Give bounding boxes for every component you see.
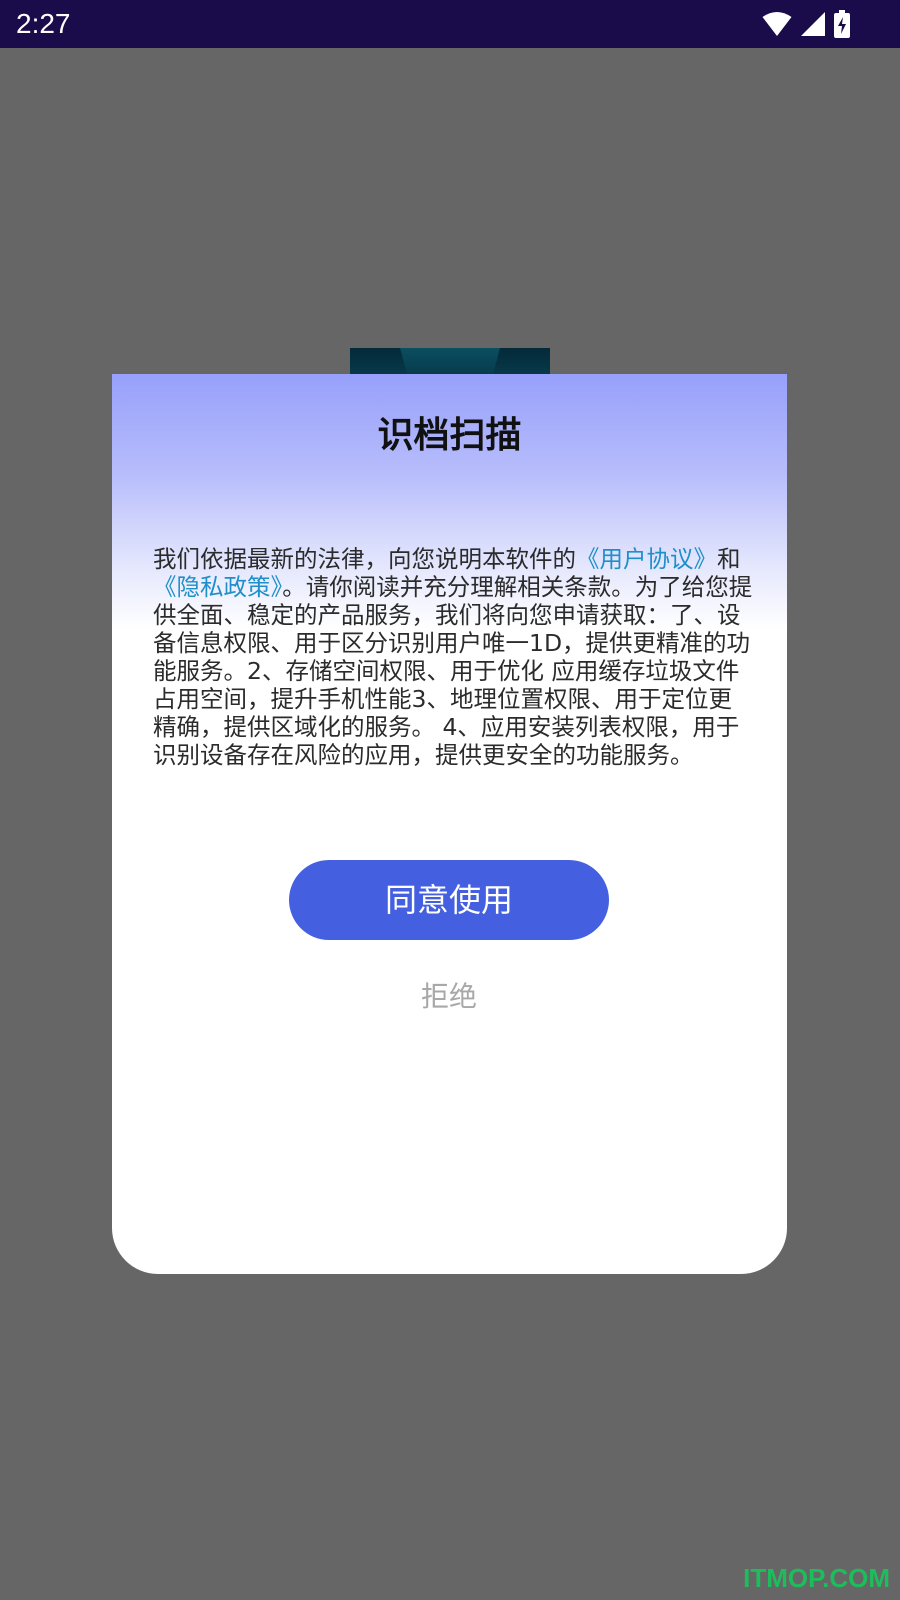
user-agreement-link[interactable]: 《用户协议》 [576, 545, 717, 573]
status-icons [762, 8, 850, 40]
body-text-intro: 我们依据最新的法律，向您说明本软件的 [153, 545, 576, 573]
wifi-icon [762, 11, 792, 37]
reject-button[interactable]: 拒绝 [349, 972, 549, 1022]
battery-charging-icon [834, 10, 850, 38]
status-time: 2:27 [16, 8, 71, 39]
agree-button[interactable]: 同意使用 [289, 860, 609, 940]
privacy-policy-link[interactable]: 《隐私政策》 [153, 573, 282, 601]
watermark: ITMOP.COM [743, 1563, 890, 1593]
privacy-dialog: 识档扫描 我们依据最新的法律，向您说明本软件的《用户协议》和《隐私政策》。请你阅… [112, 374, 787, 1274]
body-text-details: 。请你阅读并充分理解相关条款。为了给您提供全面、稳定的产品服务，我们将向您申请获… [153, 573, 753, 769]
status-bar: 2:27 [0, 0, 900, 48]
body-text-and: 和 [717, 545, 741, 573]
dialog-title: 识档扫描 [377, 415, 522, 456]
cellular-signal-icon [800, 11, 826, 37]
dialog-body-text: 我们依据最新的法律，向您说明本软件的《用户协议》和《隐私政策》。请你阅读并充分理… [153, 545, 753, 769]
